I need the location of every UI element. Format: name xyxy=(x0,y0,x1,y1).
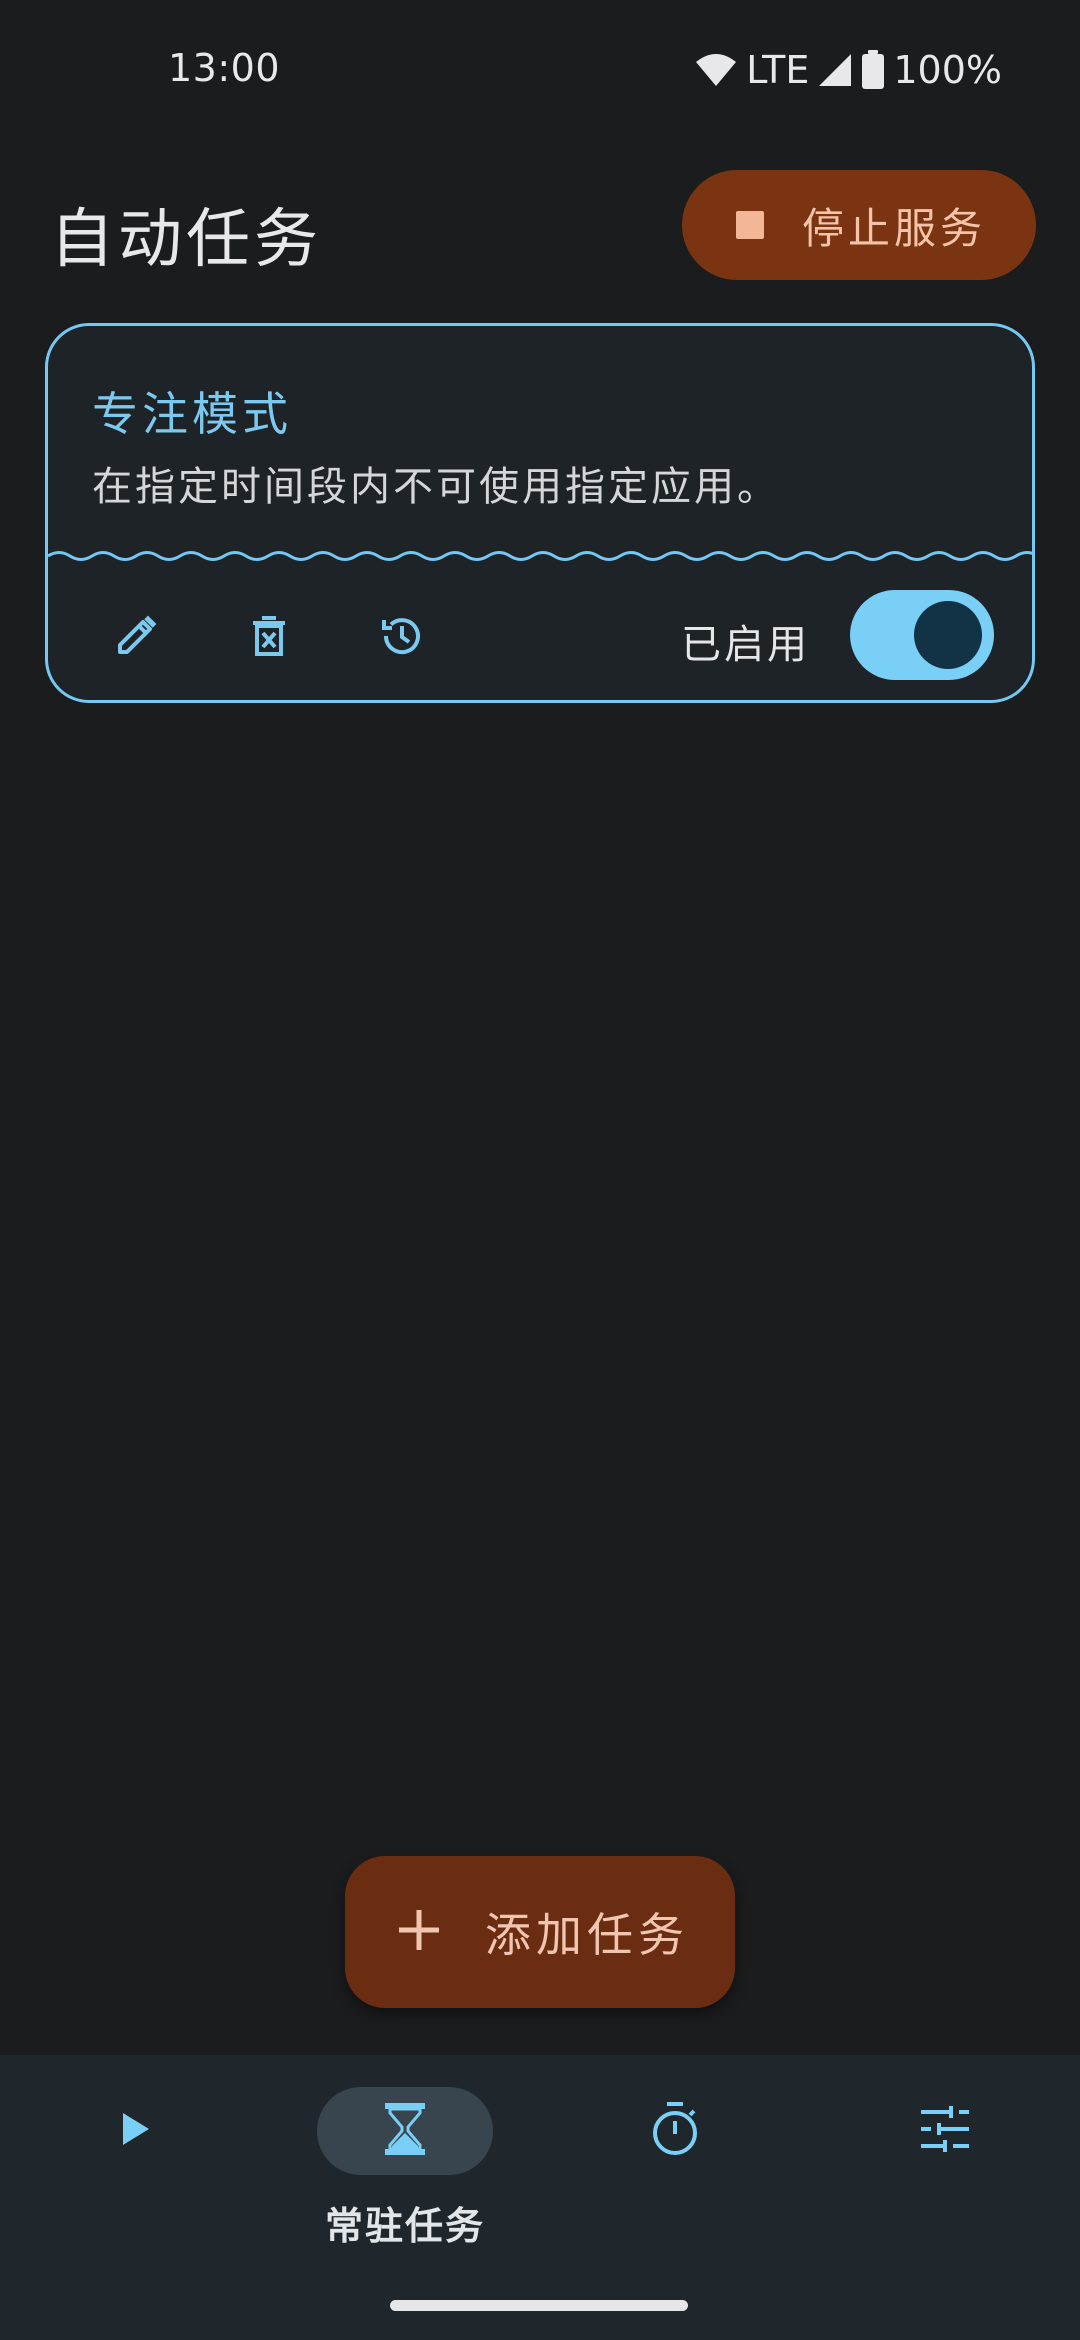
task-card[interactable]: 专注模式 在指定时间段内不可使用指定应用。 已启用 xyxy=(45,323,1035,703)
battery-level: 100% xyxy=(893,48,1002,92)
task-title: 专注模式 xyxy=(92,387,292,441)
nav-icon-container xyxy=(47,2087,223,2175)
stop-service-label: 停止服务 xyxy=(802,203,987,253)
plus-icon xyxy=(397,1908,441,1956)
add-task-label: 添加任务 xyxy=(485,1908,689,1962)
wifi-icon xyxy=(694,52,738,88)
nav-icon-container xyxy=(857,2087,1033,2175)
card-actions: 已启用 xyxy=(48,566,1032,700)
enabled-label: 已启用 xyxy=(681,622,810,668)
nav-item-run[interactable] xyxy=(0,2055,270,2285)
nav-icon-container-active xyxy=(317,2087,493,2175)
nav-label-resident-tasks: 常驻任务 xyxy=(324,2204,485,2248)
bottom-navigation: 常驻任务 xyxy=(0,2055,1080,2340)
battery-icon xyxy=(861,50,885,90)
status-time: 13:00 xyxy=(168,46,281,90)
home-indicator[interactable] xyxy=(390,2300,688,2311)
status-bar: 13:00 LTE 100% xyxy=(0,0,1080,140)
hourglass-icon xyxy=(383,2101,427,2161)
task-description: 在指定时间段内不可使用指定应用。 xyxy=(92,464,780,510)
toggle-knob xyxy=(914,601,982,669)
page-title: 自动任务 xyxy=(50,203,322,277)
stop-icon xyxy=(736,211,764,239)
stop-service-button[interactable]: 停止服务 xyxy=(682,170,1036,280)
history-icon[interactable] xyxy=(374,608,430,664)
status-indicators: LTE 100% xyxy=(694,44,1002,96)
edit-icon[interactable] xyxy=(108,608,164,664)
screen: 13:00 LTE 100% 自动任务 停止服务 专注模式 在指定时间段内不可使… xyxy=(0,0,1080,2340)
stopwatch-icon xyxy=(649,2101,701,2161)
play-icon xyxy=(115,2109,155,2153)
nav-item-settings[interactable] xyxy=(810,2055,1080,2285)
wave-divider xyxy=(48,551,1032,561)
network-type: LTE xyxy=(746,48,810,92)
nav-item-resident-tasks[interactable]: 常驻任务 xyxy=(270,2055,540,2285)
cell-signal-icon xyxy=(817,52,853,88)
add-task-button[interactable]: 添加任务 xyxy=(345,1856,735,2008)
delete-icon[interactable] xyxy=(241,608,297,664)
sliders-icon xyxy=(919,2105,971,2157)
nav-item-timer[interactable] xyxy=(540,2055,810,2285)
nav-icon-container xyxy=(587,2087,763,2175)
enable-toggle[interactable] xyxy=(850,590,994,680)
